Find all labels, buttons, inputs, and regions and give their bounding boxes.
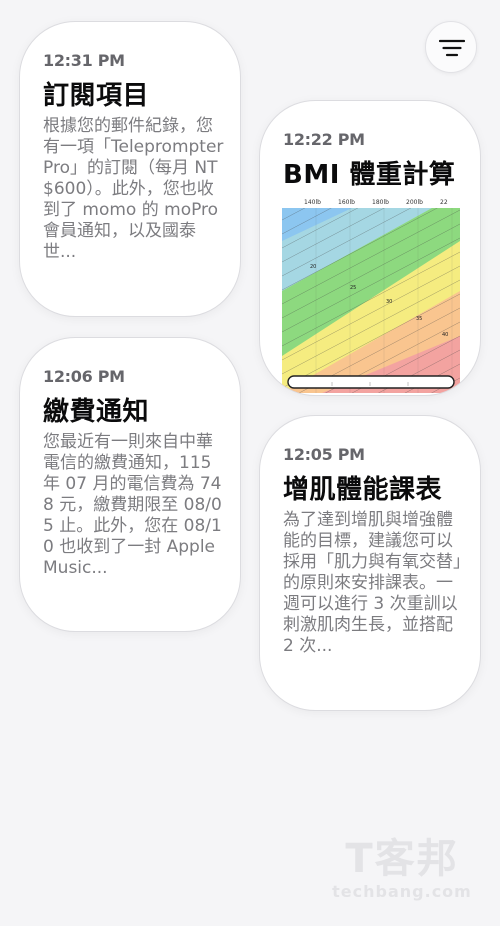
techbang-watermark: T客邦 techbang.com — [318, 836, 486, 901]
summary-card-workout-plan[interactable]: 12:05 PM 增肌體能課表 為了達到增肌與增強體能的目標，建議您可以採用「肌… — [259, 415, 481, 711]
card-title: 增肌體能課表 — [283, 475, 443, 505]
card-title: 繳費通知 — [43, 397, 150, 427]
watermark-logo: T客邦 — [345, 836, 459, 882]
axis-label-200lb: 200lb — [406, 199, 423, 206]
filter-lines-icon — [439, 39, 465, 57]
card-title: BMI 體重計算 — [283, 160, 456, 190]
card-title: 訂閱項目 — [43, 81, 150, 111]
filter-menu-button[interactable] — [425, 21, 477, 73]
axis-label-160lb: 160lb — [338, 199, 355, 206]
axis-label-180lb: 180lb — [372, 199, 389, 206]
bmi-band-40: 40 — [442, 332, 448, 338]
card-timestamp: 12:22 PM — [283, 130, 365, 149]
card-timestamp: 12:05 PM — [283, 445, 365, 464]
summary-card-subscriptions[interactable]: 12:31 PM 訂閱項目 根據您的郵件紀錄，您有一項「Teleprompter… — [19, 21, 241, 317]
bmi-chart-image: 140lb 160lb 180lb 200lb 22 20 25 30 35 4… — [282, 196, 460, 393]
axis-label-140lb: 140lb — [304, 199, 321, 206]
card-timestamp: 12:31 PM — [43, 51, 125, 70]
summary-card-payment-notice[interactable]: 12:06 PM 繳費通知 您最近有一則來自中華電信的繳費通知，115 年 07… — [19, 337, 241, 632]
card-body: 您最近有一則來自中華電信的繳費通知，115 年 07 月的電信費為 748 元，… — [43, 432, 222, 578]
bmi-band-25: 25 — [350, 285, 356, 291]
summary-card-bmi[interactable]: 12:22 PM BMI 體重計算 140lb 160lb 180lb 200l… — [259, 100, 481, 396]
card-body: 根據您的郵件紀錄，您有一項「Teleprompter Pro」的訂閱（每月 NT… — [43, 116, 224, 262]
card-body: 為了達到增肌與增強體能的目標，建議您可以採用「肌力與有氧交替」的原則來安排課表。… — [283, 510, 462, 656]
bmi-band-35: 35 — [416, 316, 422, 322]
watermark-url: techbang.com — [332, 882, 472, 901]
bmi-band-20: 20 — [310, 264, 316, 270]
axis-label-22: 22 — [440, 199, 448, 206]
bmi-band-30: 30 — [386, 299, 392, 305]
card-timestamp: 12:06 PM — [43, 367, 125, 386]
